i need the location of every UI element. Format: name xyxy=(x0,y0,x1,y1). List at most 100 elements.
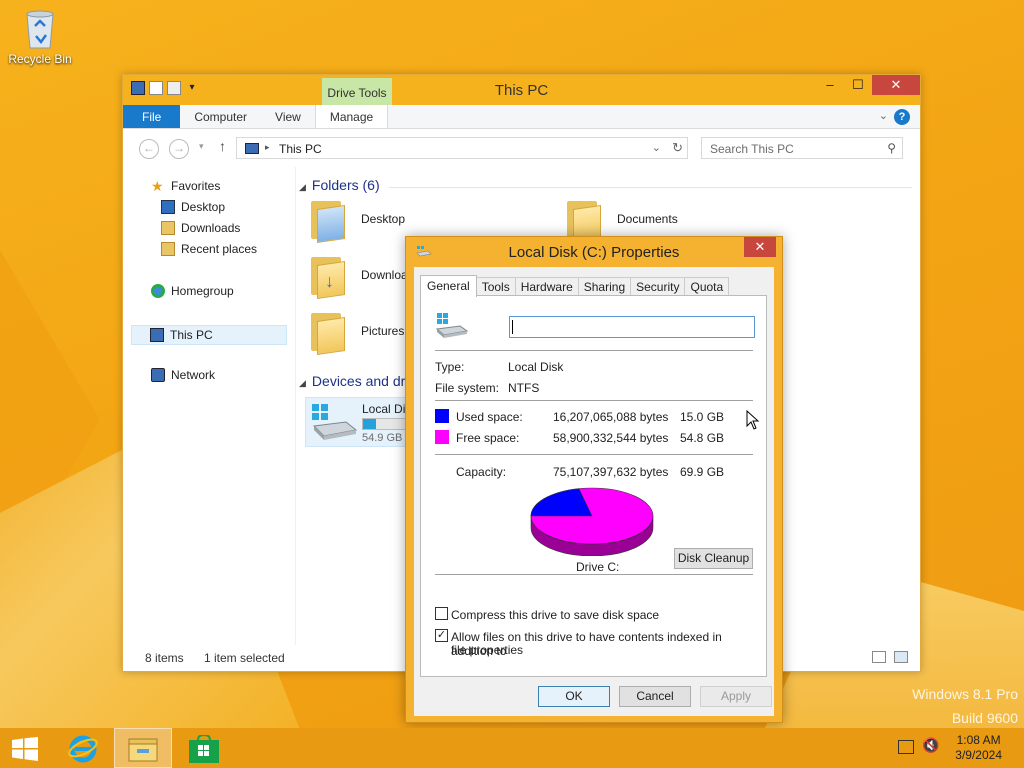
ok-button[interactable]: OK xyxy=(538,686,610,707)
dialog-tabs: General Tools Hardware Sharing Security … xyxy=(420,275,730,297)
nav-recent-places[interactable]: Recent places xyxy=(161,242,257,256)
text-caret xyxy=(512,320,513,334)
file-system-label: File system: xyxy=(435,381,500,395)
type-label: Type: xyxy=(435,360,465,374)
folder-documents[interactable]: Documents xyxy=(565,197,678,243)
drive-label-input[interactable] xyxy=(509,316,755,338)
clock-time: 1:08 AM xyxy=(956,733,1001,747)
status-selection: 1 item selected xyxy=(204,651,285,665)
used-space-label: Used space: xyxy=(456,410,523,424)
minimize-button[interactable]: – xyxy=(816,75,844,95)
volume-muted-icon[interactable]: 🔇 xyxy=(922,738,939,754)
recycle-bin-icon xyxy=(23,6,57,50)
explorer-titlebar[interactable]: ▾ Drive Tools This PC – ☐ ✕ xyxy=(123,75,920,105)
taskbar-file-explorer[interactable] xyxy=(114,728,172,768)
capacity-gb: 69.9 GB xyxy=(680,465,725,479)
computer-icon xyxy=(245,143,259,154)
separator xyxy=(435,400,753,401)
disk-usage-pie xyxy=(529,486,655,557)
expand-ribbon-icon[interactable]: ⌄ xyxy=(879,109,888,122)
index-checkbox[interactable]: ✓ xyxy=(435,629,448,642)
taskbar-store[interactable] xyxy=(174,728,232,768)
downloads-folder-icon: ↓ xyxy=(309,253,347,299)
details-view-icon[interactable] xyxy=(872,651,886,663)
address-history-icon[interactable]: ⌄ xyxy=(652,141,661,154)
collapse-icon[interactable]: ◢ xyxy=(299,182,306,192)
compress-checkbox[interactable] xyxy=(435,607,448,620)
disk-cleanup-button[interactable]: Disk Cleanup xyxy=(674,548,753,569)
cancel-button[interactable]: Cancel xyxy=(619,686,691,707)
search-icon[interactable]: ⚲ xyxy=(887,141,896,155)
back-button[interactable]: ← xyxy=(139,139,159,159)
large-icons-view-icon[interactable] xyxy=(894,651,908,663)
up-button[interactable]: ↑ xyxy=(219,138,226,154)
tab-security[interactable]: Security xyxy=(630,277,686,297)
capacity-label: Capacity: xyxy=(456,465,507,479)
tab-general[interactable]: General xyxy=(420,275,477,297)
folder-downloads[interactable]: ↓ Downloa xyxy=(309,253,408,299)
folder-pictures[interactable]: Pictures xyxy=(309,309,404,355)
desktop-icon-recycle-bin[interactable]: Recycle Bin xyxy=(6,6,74,66)
build-watermark: Build 9600 xyxy=(951,710,1018,726)
search-box[interactable]: Search This PC ⚲ xyxy=(701,137,903,159)
refresh-icon[interactable]: ↻ xyxy=(672,140,683,156)
star-icon: ★ xyxy=(151,178,164,194)
address-toolbar: ← → ▾ ↑ ▸ This PC ⌄ ↻ Search This PC ⚲ xyxy=(123,129,920,167)
disk-usage-pie-chart xyxy=(530,487,654,557)
taskbar-internet-explorer[interactable] xyxy=(54,728,112,768)
apply-button[interactable]: Apply xyxy=(700,686,772,707)
downloads-icon xyxy=(161,221,175,235)
store-icon xyxy=(189,735,219,763)
used-space-gb: 15.0 GB xyxy=(680,410,725,424)
nav-network[interactable]: Network xyxy=(151,368,215,382)
tab-manage[interactable]: Manage xyxy=(314,105,389,128)
hard-drive-icon xyxy=(435,313,469,338)
nav-favorites[interactable]: ★ Favorites xyxy=(151,179,220,193)
drive-letter-label: Drive C: xyxy=(576,560,620,574)
capacity-bytes: 75,107,397,632 bytes xyxy=(553,465,669,479)
address-bar[interactable]: ▸ This PC ⌄ ↻ xyxy=(236,137,688,159)
pane-divider[interactable] xyxy=(295,167,296,645)
homegroup-icon xyxy=(151,284,165,298)
maximize-button[interactable]: ☐ xyxy=(844,75,872,95)
close-button[interactable]: ✕ xyxy=(872,75,920,95)
tab-hardware[interactable]: Hardware xyxy=(514,277,579,297)
nav-downloads[interactable]: Downloads xyxy=(161,221,240,235)
folder-desktop[interactable]: Desktop xyxy=(309,197,405,243)
hard-drive-icon xyxy=(312,404,358,440)
network-icon xyxy=(151,368,165,382)
nav-this-pc[interactable]: This PC xyxy=(131,325,287,345)
ribbon-tabs: File Computer View Manage ⌄ ? xyxy=(123,105,920,129)
tab-view[interactable]: View xyxy=(261,105,315,128)
free-space-bytes: 58,900,332,544 bytes xyxy=(553,431,669,445)
separator xyxy=(435,350,753,351)
tab-tools[interactable]: Tools xyxy=(475,277,516,297)
separator xyxy=(435,454,753,455)
used-space-swatch xyxy=(435,409,449,423)
nav-homegroup[interactable]: Homegroup xyxy=(151,284,234,298)
pictures-folder-icon xyxy=(309,309,347,355)
recent-locations-icon[interactable]: ▾ xyxy=(199,141,204,152)
drive-usage-fill xyxy=(363,419,376,429)
forward-button[interactable]: → xyxy=(169,139,189,159)
tab-computer[interactable]: Computer xyxy=(180,105,261,128)
windows-logo-icon xyxy=(12,737,38,761)
internet-explorer-icon xyxy=(68,735,98,763)
dialog-close-button[interactable]: ✕ xyxy=(744,237,776,257)
group-header-folders[interactable]: ◢ Folders (6) xyxy=(299,177,380,193)
breadcrumb-chevron-icon[interactable]: ▸ xyxy=(265,142,270,153)
tab-quota[interactable]: Quota xyxy=(684,277,730,297)
taskbar-clock[interactable]: 1:08 AM 3/9/2024 xyxy=(955,733,1002,763)
clock-date: 3/9/2024 xyxy=(955,748,1002,762)
network-tray-icon[interactable] xyxy=(898,740,914,754)
group-header-devices[interactable]: ◢ Devices and dr xyxy=(299,373,405,389)
start-button[interactable] xyxy=(0,728,50,768)
collapse-icon[interactable]: ◢ xyxy=(299,378,306,388)
window-title: This PC xyxy=(494,82,549,99)
help-icon[interactable]: ? xyxy=(894,109,910,125)
tab-sharing[interactable]: Sharing xyxy=(577,277,632,297)
status-item-count: 8 items xyxy=(145,651,184,665)
search-placeholder: Search This PC xyxy=(710,142,794,156)
nav-desktop[interactable]: Desktop xyxy=(161,200,225,214)
tab-file[interactable]: File xyxy=(123,105,181,128)
